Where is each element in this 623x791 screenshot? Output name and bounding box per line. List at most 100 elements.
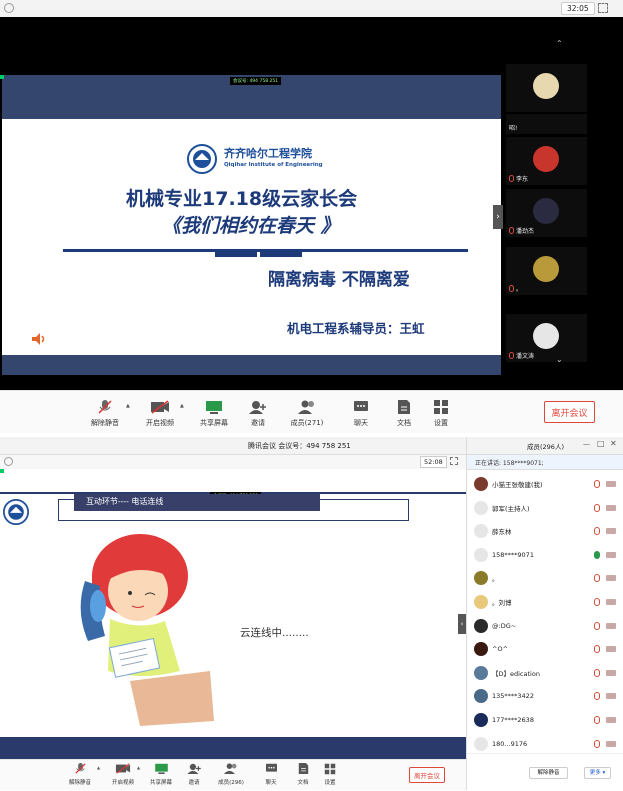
mic-icon[interactable] (594, 739, 600, 748)
participant-tile[interactable]: 潘劲杰 (506, 189, 587, 237)
members-button[interactable]: 成员(296) (216, 760, 246, 791)
member-row[interactable]: 180...9176 (470, 732, 620, 756)
avatar (474, 642, 488, 657)
participant-tile[interactable]: 潘文涛 (506, 314, 587, 362)
camera-icon[interactable] (606, 528, 616, 535)
start-video-button[interactable]: 开启视频 (142, 391, 178, 434)
mic-icon[interactable] (594, 503, 600, 512)
camera-icon[interactable] (606, 646, 616, 653)
bottom-meeting-window: 腾讯会议 会议号：494 758 251 52:08 会议号: 494 758 … (0, 437, 623, 790)
minimize-icon[interactable]: — (583, 440, 590, 448)
avatar (533, 323, 559, 349)
mic-icon[interactable] (594, 480, 600, 488)
camera-icon[interactable] (606, 504, 616, 511)
members-button[interactable]: 成员(271) (289, 391, 325, 434)
mic-icon[interactable] (594, 621, 600, 630)
avatar (533, 198, 559, 224)
member-name: 【D】edication (492, 669, 540, 678)
chat-button[interactable]: 聊天 (262, 760, 280, 791)
participant-tile[interactable] (506, 64, 587, 112)
settings-button[interactable]: 设置 (321, 760, 339, 791)
unmute-label: 解除静音 (91, 419, 119, 427)
member-row[interactable]: 158****9071 (470, 543, 620, 567)
settings-button[interactable]: 设置 (430, 391, 452, 434)
participant-tile[interactable]: 。 (506, 247, 587, 295)
slide-title-line1: 机械专业17.18级云家长会 (126, 188, 358, 210)
mic-icon[interactable] (594, 598, 600, 606)
camera-icon[interactable] (606, 669, 616, 676)
camera-icon[interactable] (606, 599, 616, 605)
member-row[interactable]: 。 (470, 566, 620, 590)
camera-icon[interactable] (606, 740, 616, 747)
unmute-button[interactable]: 解除静音 (88, 391, 122, 434)
member-row[interactable]: 。刘博 (470, 590, 620, 614)
leave-meeting-button[interactable]: 离开会议 (544, 401, 595, 423)
participant-tile[interactable]: 李东 (506, 137, 587, 185)
invite-button[interactable]: 邀请 (246, 391, 270, 434)
scroll-up-icon[interactable]: ⌃ (556, 39, 563, 48)
camera-icon[interactable] (606, 481, 616, 487)
mic-icon[interactable] (594, 527, 600, 536)
shared-screen-area: 会议号: 494 758 251 齐齐哈尔工程学院 Qiqihar Instit… (0, 17, 623, 390)
slide-header: 互动环节---- 电话连线 (74, 494, 320, 511)
participant-tile[interactable]: 昭! (506, 114, 587, 134)
mic-icon[interactable] (594, 692, 600, 701)
school-logo-icon (187, 144, 217, 174)
invite-button[interactable]: 邀请 (184, 760, 204, 791)
avatar (474, 618, 488, 633)
leave-meeting-button[interactable]: 离开会议 (409, 767, 445, 783)
avatar (474, 736, 488, 751)
member-row[interactable]: @:DG~ (470, 614, 620, 638)
more-button[interactable]: 更多 ▾ (584, 767, 611, 779)
caret-up-icon[interactable]: ▲ (97, 765, 100, 770)
member-row[interactable]: ^O^ (470, 637, 620, 661)
maximize-icon[interactable]: □ (597, 439, 605, 448)
mic-icon[interactable] (594, 716, 600, 724)
start-video-button[interactable]: 开启视频 (108, 760, 138, 791)
unmute-all-button[interactable]: 解除静音 (529, 767, 568, 779)
member-row[interactable]: 【D】edication (470, 661, 620, 685)
meeting-id-badge: 会议号: 494 758 251 (230, 77, 282, 85)
girl-on-phone-illustration (80, 534, 214, 726)
caret-up-icon[interactable]: ▲ (137, 765, 140, 770)
camera-icon[interactable] (606, 717, 616, 723)
mic-icon[interactable] (594, 645, 600, 654)
caret-up-icon[interactable]: ▲ (126, 403, 130, 409)
docs-button[interactable]: 文档 (294, 760, 312, 791)
share-screen-button[interactable]: 共享屏幕 (198, 391, 230, 434)
members-panel-title: 成员(296人) (527, 443, 564, 451)
chat-button[interactable]: 聊天 (350, 391, 372, 434)
participant-name: 昭! (509, 125, 518, 132)
caret-up-icon[interactable]: ▲ (180, 403, 184, 409)
close-icon[interactable]: ✕ (610, 439, 617, 448)
share-screen-button[interactable]: 共享屏幕 (148, 760, 174, 791)
next-page-arrow[interactable]: ‹ (458, 614, 466, 634)
next-page-arrow[interactable]: › (493, 205, 503, 229)
docs-button[interactable]: 文档 (393, 391, 415, 434)
invite-icon (249, 401, 266, 414)
participant-name: 李东 (516, 176, 529, 183)
member-row[interactable]: 135****3422 (470, 684, 620, 708)
camera-icon[interactable] (606, 693, 616, 700)
avatar (474, 595, 488, 609)
unmute-button[interactable]: 解除静音 (66, 760, 94, 791)
member-row[interactable]: 郭军(主持人) (470, 496, 620, 520)
member-row[interactable]: 薛东林 (470, 519, 620, 543)
mic-icon[interactable] (594, 574, 600, 583)
avatar (474, 665, 488, 680)
member-row[interactable]: 小猫王张敬建(我) (470, 472, 620, 496)
camera-icon[interactable] (606, 551, 616, 558)
docs-label: 文档 (297, 780, 309, 786)
slide-author: 机电工程系辅导员：王虹 (287, 321, 425, 336)
mic-icon[interactable] (594, 550, 600, 559)
camera-icon[interactable] (606, 622, 616, 629)
fullscreen-icon[interactable] (450, 457, 458, 465)
mic-icon[interactable] (594, 668, 600, 677)
document-icon (398, 400, 410, 414)
member-row[interactable]: 177****2638 (470, 708, 620, 732)
scroll-down-icon[interactable]: ⌄ (556, 355, 563, 364)
camera-icon[interactable] (606, 575, 616, 582)
member-name: 小猫王张敬建(我) (492, 481, 543, 489)
fullscreen-icon[interactable] (598, 3, 608, 13)
meeting-timer: 32:05 (561, 2, 595, 15)
